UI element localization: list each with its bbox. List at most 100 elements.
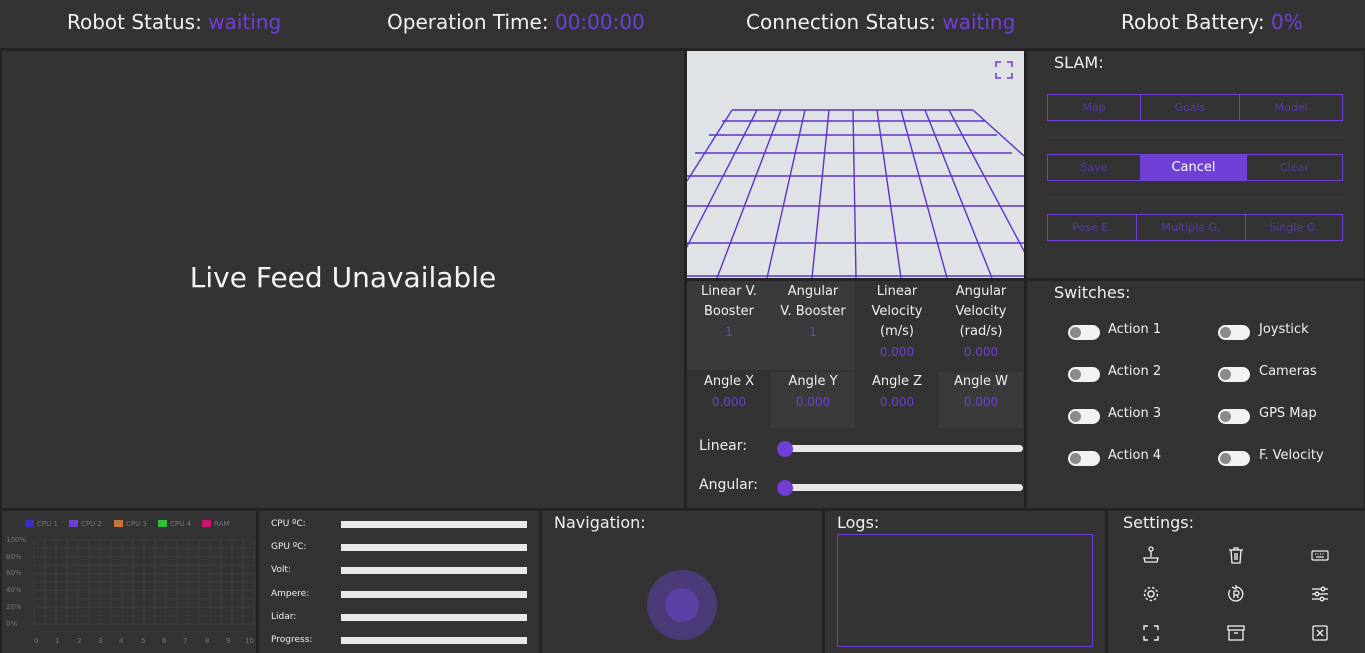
angle-y-label: Angle Y <box>788 374 838 389</box>
x-tick: 5 <box>141 637 146 645</box>
settings-title: Settings: <box>1123 513 1195 532</box>
slam-panel: SLAM: Map Goals Model Save Cancel Clear … <box>1027 51 1364 278</box>
gpu-temp-bar <box>341 544 527 551</box>
robot-3d-view[interactable] <box>687 51 1024 278</box>
slam-cancel-button[interactable]: Cancel <box>1141 155 1247 180</box>
slam-goals-button[interactable]: Goals <box>1141 95 1240 120</box>
slam-multiple-goals-button[interactable]: Multiple G. <box>1137 215 1246 240</box>
action-4-toggle[interactable] <box>1068 451 1100 466</box>
slam-divider <box>1047 137 1343 138</box>
robot-status-label: Robot Status: <box>67 10 202 34</box>
angular-booster-label: Angular <box>787 284 839 299</box>
angular-booster-label: V. Booster <box>780 304 846 319</box>
gear-icon[interactable] <box>1141 584 1161 604</box>
gps-map-toggle[interactable] <box>1218 409 1250 424</box>
sliders-icon[interactable] <box>1310 584 1330 604</box>
robot-status-value: waiting <box>208 10 282 34</box>
angle-y-cell: Angle Y 0.000 <box>771 372 855 428</box>
live-feed-message: Live Feed Unavailable <box>189 261 497 294</box>
angular-slider-thumb[interactable] <box>777 480 793 496</box>
navigation-title: Navigation: <box>554 513 646 532</box>
angle-w-label: Angle W <box>954 374 1008 389</box>
log-output[interactable] <box>837 534 1093 647</box>
angle-w-value: 0.000 <box>963 395 999 409</box>
slam-title: SLAM: <box>1054 53 1104 72</box>
cameras-label: Cameras <box>1259 364 1317 379</box>
volt-label: Volt: <box>271 565 292 575</box>
connection-status-label: Connection Status: <box>746 10 936 34</box>
joystick-icon[interactable] <box>1141 545 1161 565</box>
angle-w-cell: Angle W 0.000 <box>939 372 1023 428</box>
logs-title: Logs: <box>837 513 880 532</box>
live-feed-panel: Live Feed Unavailable <box>2 51 684 508</box>
operation-time-value: 00:00:00 <box>554 10 645 34</box>
ampere-label: Ampere: <box>271 589 310 599</box>
angular-slider[interactable] <box>777 480 1023 496</box>
linear-slider-label: Linear: <box>699 438 747 454</box>
angle-z-label: Angle Z <box>871 374 923 389</box>
slam-map-button[interactable]: Map <box>1048 95 1141 120</box>
fullscreen-icon[interactable] <box>1141 623 1161 643</box>
robot-battery: Robot Battery: 0% <box>1121 10 1303 34</box>
reset-icon[interactable] <box>1226 584 1246 604</box>
ampere-bar <box>341 591 527 598</box>
angular-slider-label: Angular: <box>699 477 758 493</box>
settings-panel: Settings: <box>1108 511 1365 653</box>
angle-x-label: Angle X <box>703 374 755 389</box>
action-4-label: Action 4 <box>1108 448 1162 463</box>
linear-booster-value: 1 <box>725 325 733 339</box>
gps-map-label: GPS Map <box>1259 406 1317 421</box>
trash-icon[interactable] <box>1226 545 1246 565</box>
progress-bar <box>341 637 527 644</box>
joystick-knob[interactable] <box>665 588 699 622</box>
linear-velocity-cell: Linear Velocity (m/s) 0.000 <box>855 281 939 370</box>
x-tick: 8 <box>205 637 210 645</box>
cpu-temp-label: CPU ºC: <box>271 519 306 529</box>
toggle-knob <box>1070 411 1081 422</box>
battery-value: 0% <box>1271 10 1303 34</box>
linear-velocity-label: Linear <box>876 284 918 299</box>
action-1-label: Action 1 <box>1108 322 1162 337</box>
slam-goal-group: Pose E. Multiple G. Single G. <box>1047 214 1343 241</box>
angle-y-value: 0.000 <box>795 395 831 409</box>
f-velocity-toggle[interactable] <box>1218 451 1250 466</box>
slam-clear-button[interactable]: Clear <box>1247 155 1342 180</box>
action-2-label: Action 2 <box>1108 364 1162 379</box>
linear-velocity-label: Velocity <box>871 304 923 319</box>
slam-single-goal-button[interactable]: Single G. <box>1246 215 1342 240</box>
x-tick: 3 <box>98 637 103 645</box>
joystick-toggle[interactable] <box>1218 325 1250 340</box>
linear-velocity-value: 0.000 <box>879 345 915 359</box>
linear-slider[interactable] <box>777 441 1023 457</box>
operation-time-label: Operation Time: <box>387 10 549 34</box>
battery-label: Robot Battery: <box>1121 10 1265 34</box>
navigation-joystick[interactable] <box>647 570 717 640</box>
angular-booster-cell: Angular V. Booster 1 <box>771 281 855 370</box>
cameras-toggle[interactable] <box>1218 367 1250 382</box>
action-3-toggle[interactable] <box>1068 409 1100 424</box>
action-2-toggle[interactable] <box>1068 367 1100 382</box>
cpu-usage-chart: CPU 1 CPU 2 CPU 3 CPU 4 RAM 100% 80% 60%… <box>2 511 256 653</box>
toggle-knob <box>1220 411 1231 422</box>
cpu-chart-plot <box>33 539 255 625</box>
switches-panel: Switches: Action 1 Joystick Action 2 Cam… <box>1027 281 1364 508</box>
x-tick: 1 <box>55 637 60 645</box>
x-tick: 10 <box>245 637 254 645</box>
close-box-icon[interactable] <box>1310 623 1330 643</box>
toggle-knob <box>1070 453 1081 464</box>
slam-save-button[interactable]: Save <box>1048 155 1141 180</box>
volt-bar <box>341 567 527 574</box>
linear-slider-thumb[interactable] <box>777 441 793 457</box>
archive-icon[interactable] <box>1226 623 1246 643</box>
slam-divider <box>1047 197 1343 198</box>
angular-velocity-value: 0.000 <box>963 345 999 359</box>
action-1-toggle[interactable] <box>1068 325 1100 340</box>
slam-model-button[interactable]: Model <box>1240 95 1342 120</box>
keyboard-icon[interactable] <box>1310 545 1330 565</box>
fullscreen-icon[interactable] <box>994 60 1014 80</box>
toggle-knob <box>1070 369 1081 380</box>
robot-status: Robot Status: waiting <box>67 10 281 34</box>
linear-booster-label: Booster <box>703 304 755 319</box>
slam-pose-estimate-button[interactable]: Pose E. <box>1048 215 1137 240</box>
connection-status: Connection Status: waiting <box>746 10 1015 34</box>
